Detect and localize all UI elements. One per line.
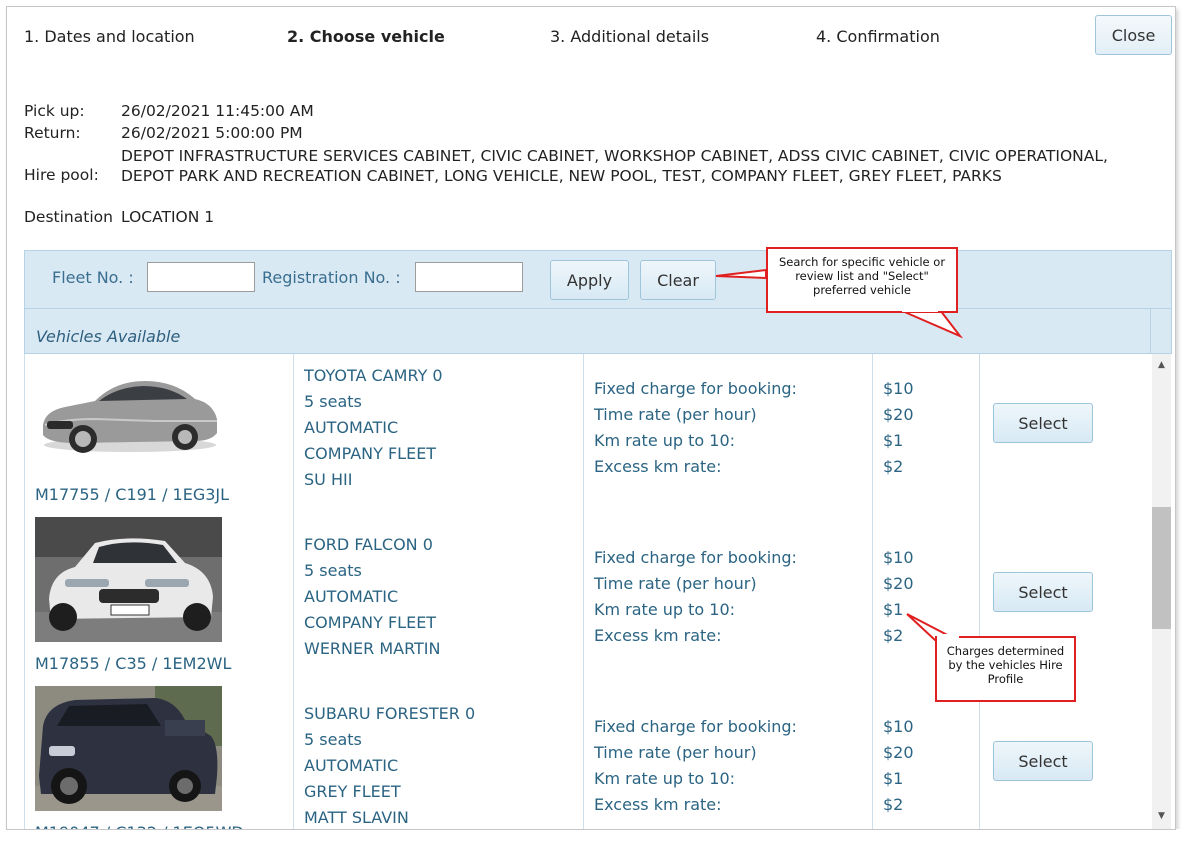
fleet-no-input[interactable] xyxy=(147,262,255,292)
grid-border-left xyxy=(24,354,25,829)
pickup-label: Pick up: xyxy=(24,102,85,120)
rate-value: $1 xyxy=(883,431,904,450)
vehicles-available-header xyxy=(24,308,1172,354)
hire-pool-value: DEPOT INFRASTRUCTURE SERVICES CABINET, C… xyxy=(121,147,1108,185)
step-dates-location[interactable]: 1. Dates and location xyxy=(24,27,195,46)
vehicle-seats: 5 seats xyxy=(304,392,362,411)
pickup-value: 26/02/2021 11:45:00 AM xyxy=(121,102,314,120)
rate-value: $10 xyxy=(883,717,914,736)
vehicle-seats: 5 seats xyxy=(304,730,362,749)
frame-bottom-border xyxy=(6,829,1176,830)
vehicle-transmission: AUTOMATIC xyxy=(304,587,399,606)
registration-no-label: Registration No. : xyxy=(262,268,401,287)
vehicle-photo-ford-falcon xyxy=(35,517,222,642)
callout-mask xyxy=(937,634,959,638)
select-vehicle-button[interactable]: Select xyxy=(993,403,1093,443)
search-callout: Search for specific vehicle or review li… xyxy=(766,247,958,313)
vehicles-available-title: Vehicles Available xyxy=(36,327,181,346)
vehicle-transmission: AUTOMATIC xyxy=(304,418,399,437)
grid-col-divider xyxy=(979,354,980,829)
vehicle-fleet: GREY FLEET xyxy=(304,782,401,801)
vehicle-transmission: AUTOMATIC xyxy=(304,756,399,775)
rate-value: $10 xyxy=(883,548,914,567)
vehicle-photo-subaru-forester xyxy=(35,686,222,811)
select-vehicle-button[interactable]: Select xyxy=(993,572,1093,612)
rate-label: Fixed charge for booking: xyxy=(594,548,797,567)
select-vehicle-button[interactable]: Select xyxy=(993,741,1093,781)
vehicle-driver: WERNER MARTIN xyxy=(304,639,441,658)
destination-value: LOCATION 1 xyxy=(121,208,215,226)
grid-col-divider xyxy=(583,354,584,829)
rate-label: Fixed charge for booking: xyxy=(594,379,797,398)
charges-callout: Charges determined by the vehicles Hire … xyxy=(935,636,1076,702)
destination-label: Destination xyxy=(24,208,113,226)
header-divider xyxy=(1150,308,1151,354)
return-label: Return: xyxy=(24,124,81,142)
registration-no-input[interactable] xyxy=(415,262,523,292)
rate-label: Excess km rate: xyxy=(594,795,722,814)
close-button[interactable]: Close xyxy=(1095,15,1172,55)
callout-mask xyxy=(768,266,771,280)
apply-button[interactable]: Apply xyxy=(550,260,629,300)
rate-label: Km rate up to 10: xyxy=(594,769,736,788)
rate-value: $20 xyxy=(883,405,914,424)
grid-col-divider xyxy=(293,354,294,829)
rate-value: $2 xyxy=(883,795,904,814)
rate-value: $20 xyxy=(883,743,914,762)
rate-value: $20 xyxy=(883,574,914,593)
vehicle-photo-toyota-camry xyxy=(35,359,222,469)
return-value: 26/02/2021 5:00:00 PM xyxy=(121,124,303,142)
fleet-no-label: Fleet No. : xyxy=(52,268,134,287)
rate-label: Time rate (per hour) xyxy=(594,405,757,424)
step-confirmation[interactable]: 4. Confirmation xyxy=(816,27,940,46)
vehicle-model: FORD FALCON 0 xyxy=(304,535,433,554)
vehicle-driver: MATT SLAVIN xyxy=(304,808,409,827)
rate-label: Km rate up to 10: xyxy=(594,431,736,450)
scroll-up-arrow-icon[interactable]: ▲ xyxy=(1152,357,1171,374)
rate-label: Fixed charge for booking: xyxy=(594,717,797,736)
vehicle-model: TOYOTA CAMRY 0 xyxy=(304,366,443,385)
vehicle-id-line: M17855 / C35 / 1EM2WL xyxy=(35,654,232,673)
rate-label: Excess km rate: xyxy=(594,626,722,645)
hire-pool-label: Hire pool: xyxy=(24,166,99,184)
callout-mask xyxy=(902,309,938,312)
vehicle-fleet: COMPANY FLEET xyxy=(304,613,437,632)
vehicle-fleet: COMPANY FLEET xyxy=(304,444,437,463)
rate-label: Time rate (per hour) xyxy=(594,743,757,762)
frame-bottom-mask xyxy=(0,829,1185,841)
step-choose-vehicle[interactable]: 2. Choose vehicle xyxy=(287,27,445,46)
rate-label: Km rate up to 10: xyxy=(594,600,736,619)
scroll-down-arrow-icon[interactable]: ▼ xyxy=(1152,808,1171,825)
rate-value: $10 xyxy=(883,379,914,398)
vehicle-driver: SU HII xyxy=(304,470,353,489)
vehicle-seats: 5 seats xyxy=(304,561,362,580)
scrollbar-thumb[interactable] xyxy=(1152,507,1171,629)
rate-value: $2 xyxy=(883,457,904,476)
vehicle-id-line: M17755 / C191 / 1EG3JL xyxy=(35,485,230,504)
rate-value: $1 xyxy=(883,769,904,788)
rate-label: Time rate (per hour) xyxy=(594,574,757,593)
vehicle-model: SUBARU FORESTER 0 xyxy=(304,704,476,723)
step-additional-details[interactable]: 3. Additional details xyxy=(550,27,709,46)
rate-label: Excess km rate: xyxy=(594,457,722,476)
grid-col-divider xyxy=(872,354,873,829)
